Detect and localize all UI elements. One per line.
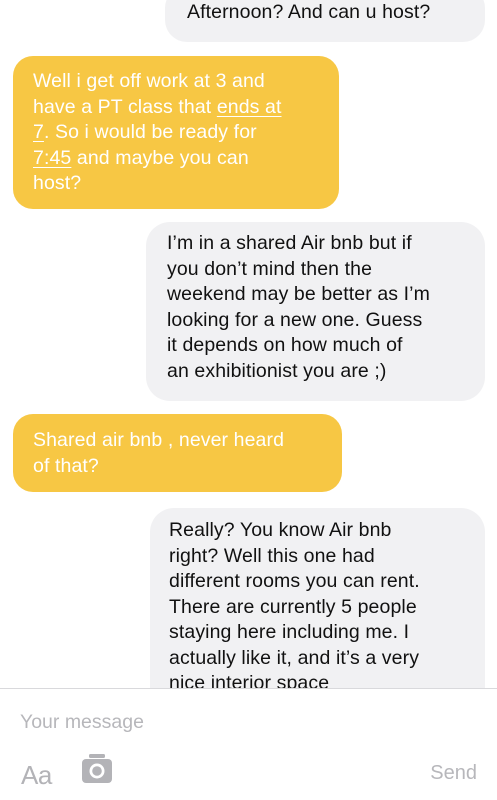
message-line: right? Well this one had (169, 544, 375, 567)
message-line: Afternoon? And can u host? (187, 1, 431, 23)
message-composer: Aa Send (0, 688, 497, 800)
message-line: Really? You know Air bnb (169, 519, 392, 541)
message-bubble-received: Well i get off work at 3 and have a PT c… (13, 56, 339, 209)
message-line: staying here including me. I (169, 621, 410, 643)
message-line: actually like it, and it’s a very (169, 646, 420, 669)
message-line: nice interior space (169, 672, 330, 688)
font-format-button[interactable]: Aa (21, 760, 52, 791)
message-line: 7:45 and maybe you can (33, 146, 249, 169)
message-line: host? (33, 172, 82, 194)
message-line: There are currently 5 people (169, 595, 417, 618)
message-bubble-sent: I’m in a shared Air bnb but if you don’t… (146, 222, 485, 401)
message-line: an exhibitionist you are ;) (167, 359, 387, 382)
message-thread[interactable]: Afternoon? And can u host? Well i get of… (0, 0, 497, 688)
time-link[interactable]: 7:45 (33, 147, 71, 169)
message-text: have a PT class that ends at (33, 95, 282, 118)
message-line: it depends on how much of (167, 334, 403, 356)
message-line: have a PT class that ends at (33, 95, 319, 121)
message-line: you don’t mind then the (167, 257, 373, 280)
message-bubble-received: Shared air bnb , never heard of that? (13, 414, 342, 492)
message-line: I’m in a shared Air bnb but if (167, 232, 412, 254)
message-line: 7. So i would be ready for (33, 121, 257, 143)
message-line: of that? (33, 454, 99, 477)
message-line: Shared air bnb , never heard (33, 429, 285, 451)
send-button[interactable]: Send (430, 762, 477, 785)
message-input[interactable] (20, 709, 420, 735)
message-line: different rooms you can rent. (169, 570, 420, 592)
message-line: Well i get off work at 3 and (33, 70, 265, 92)
message-line: weekend may be better as I’m (167, 283, 430, 305)
time-link[interactable]: 7 (33, 121, 44, 143)
message-bubble-sent: Afternoon? And can u host? (165, 0, 485, 42)
camera-icon[interactable] (80, 753, 114, 785)
message-bubble-sent: Really? You know Air bnb right? Well thi… (150, 508, 485, 688)
time-link[interactable]: ends at (217, 96, 282, 118)
message-line: looking for a new one. Guess (167, 308, 423, 331)
chat-screen: Afternoon? And can u host? Well i get of… (0, 0, 497, 800)
